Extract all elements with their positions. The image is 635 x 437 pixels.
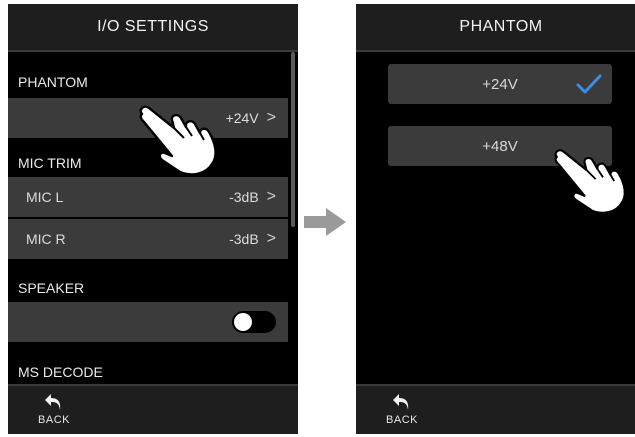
checkmark-icon bbox=[576, 74, 602, 94]
back-arrow-icon bbox=[393, 394, 409, 410]
tap-hand-icon bbox=[554, 149, 626, 214]
phantom-value: +24V bbox=[225, 110, 259, 126]
tap-hand-icon bbox=[139, 105, 217, 176]
scrollbar[interactable] bbox=[291, 52, 295, 227]
option-24v[interactable]: +24V bbox=[388, 64, 612, 104]
speaker-section-label: SPEAKER bbox=[18, 280, 85, 296]
back-button[interactable]: BACK bbox=[382, 392, 422, 426]
back-label: BACK bbox=[386, 414, 418, 426]
chevron-right-icon: > bbox=[266, 188, 276, 205]
mic-l-value-group: -3dB > bbox=[229, 188, 276, 206]
mic-r-value-group: -3dB > bbox=[229, 230, 276, 248]
phantom-screen: PHANTOM +24V +48V BACK bbox=[356, 4, 635, 434]
option-48v-label: +48V bbox=[482, 137, 518, 155]
page-title: I/O SETTINGS bbox=[8, 4, 298, 52]
bottom-bar: BACK bbox=[356, 384, 635, 434]
mic-l-label: MIC L bbox=[26, 189, 64, 205]
mic-trim-section-label: MIC TRIM bbox=[18, 155, 82, 171]
back-button[interactable]: BACK bbox=[34, 392, 74, 426]
toggle-knob bbox=[234, 313, 252, 331]
speaker-row bbox=[8, 302, 288, 342]
mic-r-row[interactable]: MIC R -3dB > bbox=[8, 219, 288, 259]
back-arrow-icon bbox=[45, 394, 61, 410]
speaker-toggle[interactable] bbox=[232, 311, 276, 333]
bottom-bar: BACK bbox=[8, 384, 298, 434]
mic-r-value: -3dB bbox=[229, 231, 259, 247]
io-settings-screen: I/O SETTINGS PHANTOM +24V > MIC TRIM MIC… bbox=[8, 4, 298, 434]
mic-l-row[interactable]: MIC L -3dB > bbox=[8, 177, 288, 217]
chevron-right-icon: > bbox=[266, 109, 276, 126]
option-24v-label: +24V bbox=[482, 75, 518, 93]
phantom-value-group: +24V > bbox=[226, 109, 276, 127]
chevron-right-icon: > bbox=[266, 230, 276, 247]
back-label: BACK bbox=[38, 414, 70, 426]
arrow-right-icon bbox=[304, 208, 346, 236]
page-title: PHANTOM bbox=[356, 4, 635, 52]
phantom-section-label: PHANTOM bbox=[18, 74, 88, 90]
mic-l-value: -3dB bbox=[229, 189, 259, 205]
ms-decode-section-label: MS DECODE bbox=[18, 364, 103, 380]
mic-r-label: MIC R bbox=[26, 231, 66, 247]
